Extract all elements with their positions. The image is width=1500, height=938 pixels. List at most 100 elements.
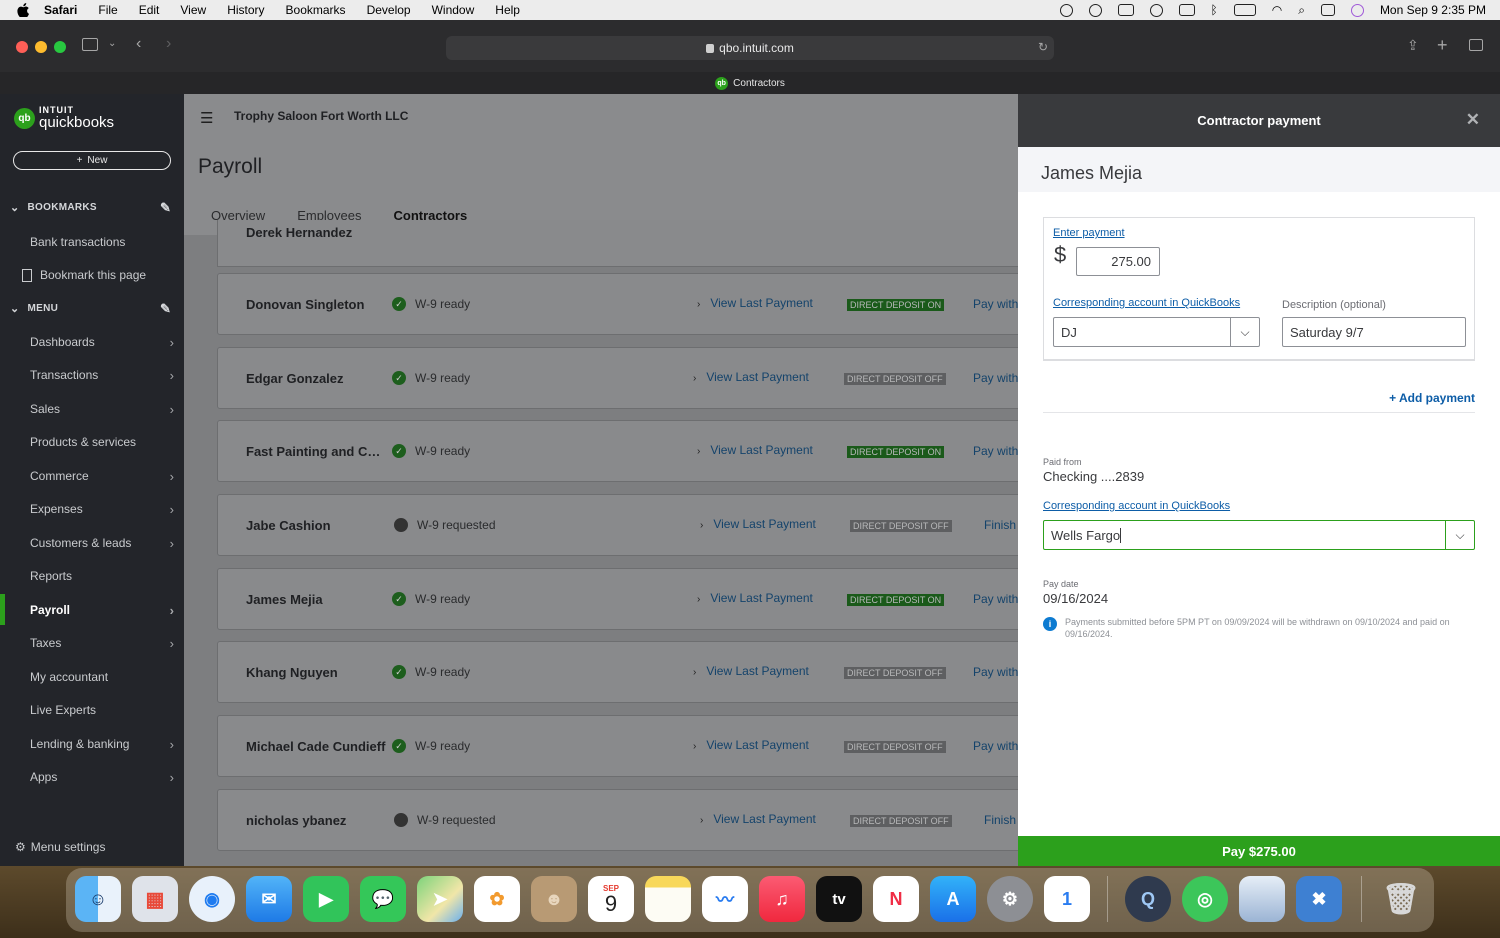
- add-payment-link[interactable]: + Add payment: [1389, 391, 1475, 405]
- chevron-down-icon[interactable]: ⌄: [108, 38, 116, 49]
- chevron-down-icon[interactable]: ⌵: [1445, 521, 1474, 549]
- table-row[interactable]: Derek Hernandez: [217, 220, 1018, 267]
- menu-file[interactable]: File: [98, 3, 117, 17]
- sidebar-item-live-experts[interactable]: Live Experts: [30, 703, 180, 717]
- preview-icon[interactable]: [1239, 876, 1285, 922]
- collapse-menu-icon[interactable]: ☰: [200, 109, 213, 127]
- sidebar-item-sales[interactable]: Sales ›: [30, 402, 180, 417]
- sidebar-item-customers-leads[interactable]: Customers & leads ›: [30, 536, 180, 551]
- menu-history[interactable]: History: [227, 3, 264, 17]
- pay-button[interactable]: Pay $275.00: [1018, 836, 1500, 866]
- mail-icon[interactable]: ✉: [246, 876, 292, 922]
- find-my-icon[interactable]: ◎: [1182, 876, 1228, 922]
- control-center-icon[interactable]: [1320, 4, 1335, 16]
- menu-view[interactable]: View: [180, 3, 206, 17]
- table-row[interactable]: Jabe Cashion W-9 requested › View Last Pa…: [217, 494, 1018, 556]
- sidebar-toggle-icon[interactable]: [82, 38, 98, 51]
- sidebar-item-transactions[interactable]: Transactions ›: [30, 368, 180, 383]
- menu-develop[interactable]: Develop: [367, 3, 411, 17]
- sidebar-item-expenses[interactable]: Expenses ›: [30, 502, 180, 517]
- wifi-icon[interactable]: ◠: [1272, 3, 1282, 17]
- app-store-icon[interactable]: A: [930, 876, 976, 922]
- zoom-window-button[interactable]: [54, 41, 66, 53]
- bookmarks-section-header[interactable]: ⌄ BOOKMARKS ✎: [10, 200, 171, 215]
- freeform-icon[interactable]: 〰: [702, 876, 748, 922]
- maps-icon[interactable]: ➤: [417, 876, 463, 922]
- pay-with-link[interactable]: Pay with: [973, 371, 1018, 385]
- sidebar-item-bookmark-page[interactable]: Bookmark this page: [22, 268, 172, 282]
- one-password-icon[interactable]: 1: [1044, 876, 1090, 922]
- pay-with-link[interactable]: Pay with: [973, 739, 1018, 753]
- view-last-payment-link[interactable]: › View Last Payment: [693, 664, 809, 678]
- menu-safari[interactable]: Safari: [44, 3, 77, 17]
- pay-with-link[interactable]: Pay with: [973, 592, 1018, 606]
- notes-icon[interactable]: [645, 876, 691, 922]
- tab-overview-icon[interactable]: [1469, 39, 1483, 51]
- corresponding-account-select[interactable]: DJ ⌵: [1053, 317, 1260, 347]
- view-last-payment-link[interactable]: › View Last Payment: [697, 591, 813, 605]
- spotlight-search-icon[interactable]: ⌕: [1298, 3, 1305, 18]
- menubar-clock[interactable]: Mon Sep 9 2:35 PM: [1380, 3, 1486, 17]
- menu-edit[interactable]: Edit: [139, 3, 160, 17]
- view-last-payment-link[interactable]: › View Last Payment: [697, 443, 813, 457]
- sidebar-item-my-accountant[interactable]: My accountant: [30, 670, 180, 684]
- apple-icon[interactable]: [16, 3, 30, 17]
- trash-icon[interactable]: 🗑: [1378, 876, 1424, 922]
- safari-icon[interactable]: ◉: [189, 876, 235, 922]
- address-bar[interactable]: qbo.intuit.com ↻: [446, 36, 1054, 60]
- calendar-icon[interactable]: SEP 9: [588, 876, 634, 922]
- launchpad-icon[interactable]: ▦: [132, 876, 178, 922]
- description-input[interactable]: Saturday 9/7: [1282, 317, 1466, 347]
- sidebar-item-bank-transactions[interactable]: Bank transactions: [30, 235, 180, 249]
- messages-icon[interactable]: 💬: [360, 876, 406, 922]
- menu-section-header[interactable]: ⌄ MENU ✎: [10, 301, 171, 316]
- sidebar-item-payroll[interactable]: Payroll ›: [30, 603, 180, 618]
- minimize-window-button[interactable]: [35, 41, 47, 53]
- view-last-payment-link[interactable]: › View Last Payment: [697, 296, 813, 310]
- edit-menu-icon[interactable]: ✎: [160, 301, 171, 317]
- xcode-tools-icon[interactable]: ✖: [1296, 876, 1342, 922]
- finder-icon[interactable]: ☺: [75, 876, 121, 922]
- sidebar-item-commerce[interactable]: Commerce ›: [30, 469, 180, 484]
- battery-icon[interactable]: [1233, 4, 1256, 16]
- pay-with-link[interactable]: Pay with: [973, 297, 1018, 311]
- menu-settings-button[interactable]: ⚙ Menu settings: [15, 840, 105, 854]
- finish-link[interactable]: Finish: [984, 518, 1016, 532]
- system-settings-icon[interactable]: ⚙: [987, 876, 1033, 922]
- view-last-payment-link[interactable]: › View Last Payment: [693, 370, 809, 384]
- quicktime-icon[interactable]: Q: [1125, 876, 1171, 922]
- view-last-payment-link[interactable]: › View Last Payment: [693, 738, 809, 752]
- forward-icon[interactable]: ›: [166, 35, 171, 53]
- menu-window[interactable]: Window: [432, 3, 475, 17]
- edit-bookmarks-icon[interactable]: ✎: [160, 200, 171, 216]
- news-icon[interactable]: N: [873, 876, 919, 922]
- finish-link[interactable]: Finish: [984, 813, 1016, 827]
- airdrop-icon[interactable]: [1149, 3, 1163, 17]
- siri-icon[interactable]: [1350, 3, 1364, 17]
- back-icon[interactable]: ‹: [136, 35, 141, 53]
- view-last-payment-link[interactable]: › View Last Payment: [700, 517, 816, 531]
- pay-with-link[interactable]: Pay with: [973, 444, 1018, 458]
- bluetooth-icon[interactable]: ᛒ: [1211, 3, 1218, 17]
- music-icon[interactable]: ♫: [759, 876, 805, 922]
- bank-account-select[interactable]: Wells Fargo ⌵: [1043, 520, 1475, 550]
- tv-icon[interactable]: tv: [816, 876, 862, 922]
- quickbooks-logo[interactable]: qb INTUIT quickbooks: [14, 106, 114, 130]
- tab-contractors[interactable]: Contractors: [733, 78, 785, 89]
- menu-bookmarks[interactable]: Bookmarks: [286, 3, 346, 17]
- table-row[interactable]: James Mejia ✓ W-9 ready › View Last Paymen…: [217, 568, 1018, 630]
- sidebar-item-dashboards[interactable]: Dashboards ›: [30, 335, 180, 350]
- keyboard-icon[interactable]: [1178, 4, 1195, 16]
- sidebar-item-reports[interactable]: Reports: [30, 569, 180, 583]
- pay-with-link[interactable]: Pay with: [973, 665, 1018, 679]
- close-icon[interactable]: ✕: [1466, 110, 1480, 130]
- share-icon[interactable]: ⇪: [1407, 37, 1419, 54]
- facetime-icon[interactable]: ▶: [303, 876, 349, 922]
- contacts-icon[interactable]: ☻: [531, 876, 577, 922]
- table-row[interactable]: Fast Painting and Co... ✓ W-9 ready › View…: [217, 420, 1018, 482]
- sidebar-item-products-services[interactable]: Products & services: [30, 435, 180, 449]
- view-last-payment-link[interactable]: › View Last Payment: [700, 812, 816, 826]
- new-button[interactable]: + New: [13, 151, 171, 170]
- table-row[interactable]: nicholas ybanez W-9 requested › View Last…: [217, 789, 1018, 851]
- reload-icon[interactable]: ↻: [1038, 40, 1048, 54]
